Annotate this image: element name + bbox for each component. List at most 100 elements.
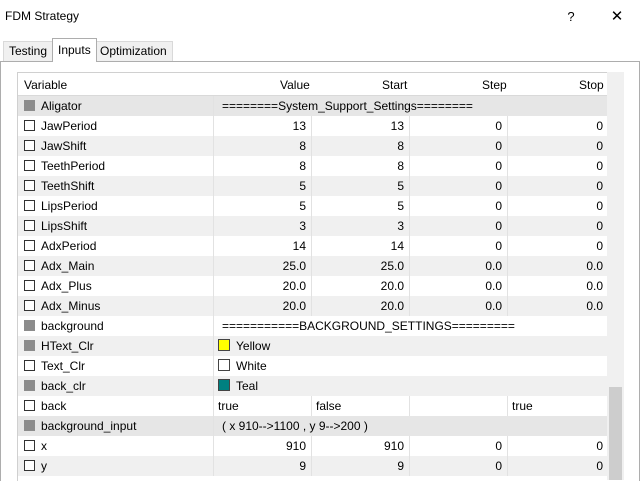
start-cell[interactable]: 5 bbox=[312, 196, 410, 216]
row-checkbox[interactable] bbox=[24, 320, 35, 331]
step-cell[interactable]: 0 bbox=[410, 216, 508, 236]
value-cell[interactable]: 20.0 bbox=[214, 276, 312, 296]
row-checkbox[interactable] bbox=[24, 120, 35, 131]
row-checkbox[interactable] bbox=[24, 240, 35, 251]
step-cell[interactable]: 0.0 bbox=[410, 296, 508, 316]
table-row[interactable]: Adx_Plus 20.0 20.0 0.0 0.0 bbox=[18, 276, 608, 296]
row-checkbox[interactable] bbox=[24, 140, 35, 151]
start-cell[interactable]: 910 bbox=[312, 436, 410, 456]
step-cell[interactable]: 0 bbox=[410, 236, 508, 256]
color-value-cell[interactable]: White bbox=[214, 356, 608, 376]
stop-cell[interactable]: 0 bbox=[508, 136, 608, 156]
table-row[interactable]: Adx_Main 25.0 25.0 0.0 0.0 bbox=[18, 256, 608, 276]
stop-cell[interactable]: 0 bbox=[508, 216, 608, 236]
table-row[interactable]: Adx_Minus 20.0 20.0 0.0 0.0 bbox=[18, 296, 608, 316]
stop-cell[interactable]: 0 bbox=[508, 176, 608, 196]
row-checkbox[interactable] bbox=[24, 420, 35, 431]
start-cell[interactable]: 9 bbox=[312, 456, 410, 476]
step-cell[interactable]: 0 bbox=[410, 156, 508, 176]
start-cell[interactable]: 13 bbox=[312, 116, 410, 136]
stop-cell[interactable]: 0 bbox=[508, 236, 608, 256]
value-cell[interactable]: 5 bbox=[214, 196, 312, 216]
row-checkbox[interactable] bbox=[24, 400, 35, 411]
table-row[interactable]: back true false true bbox=[18, 396, 608, 416]
value-cell[interactable]: 8 bbox=[214, 156, 312, 176]
step-cell[interactable]: 0.0 bbox=[410, 276, 508, 296]
table-row[interactable]: x 910 910 0 0 bbox=[18, 436, 608, 456]
table-row[interactable]: back_clr Teal bbox=[18, 376, 608, 396]
tab-inputs[interactable]: Inputs bbox=[52, 38, 97, 62]
header-value[interactable]: Value bbox=[280, 78, 310, 92]
row-checkbox[interactable] bbox=[24, 220, 35, 231]
close-button[interactable]: ✕ bbox=[600, 6, 634, 28]
header-start[interactable]: Start bbox=[382, 78, 407, 92]
stop-cell[interactable]: 0.0 bbox=[508, 276, 608, 296]
row-checkbox[interactable] bbox=[24, 200, 35, 211]
stop-cell[interactable]: 0 bbox=[508, 116, 608, 136]
tab-testing[interactable]: Testing bbox=[3, 41, 54, 61]
row-checkbox[interactable] bbox=[24, 360, 35, 371]
help-button[interactable]: ? bbox=[556, 6, 586, 28]
table-row[interactable]: JawShift 8 8 0 0 bbox=[18, 136, 608, 156]
table-row[interactable]: Aligator ========System_Support_Settings… bbox=[18, 96, 608, 116]
start-cell[interactable]: 3 bbox=[312, 216, 410, 236]
header-stop[interactable]: Stop bbox=[579, 78, 604, 92]
table-row[interactable]: background ===========BACKGROUND_SETTING… bbox=[18, 316, 608, 336]
row-checkbox[interactable] bbox=[24, 460, 35, 471]
step-cell[interactable]: 0 bbox=[410, 136, 508, 156]
step-cell[interactable] bbox=[410, 396, 508, 416]
value-cell[interactable]: 3 bbox=[214, 216, 312, 236]
table-row[interactable]: y 9 9 0 0 bbox=[18, 456, 608, 476]
step-cell[interactable]: 0.0 bbox=[410, 256, 508, 276]
step-cell[interactable]: 0 bbox=[410, 176, 508, 196]
start-cell[interactable]: false bbox=[312, 396, 410, 416]
table-row[interactable]: AdxPeriod 14 14 0 0 bbox=[18, 236, 608, 256]
step-cell[interactable]: 0 bbox=[410, 196, 508, 216]
stop-cell[interactable]: 0 bbox=[508, 156, 608, 176]
start-cell[interactable]: 20.0 bbox=[312, 296, 410, 316]
row-checkbox[interactable] bbox=[24, 180, 35, 191]
value-cell[interactable]: 8 bbox=[214, 136, 312, 156]
start-cell[interactable]: 14 bbox=[312, 236, 410, 256]
table-row[interactable]: HText_Clr Yellow bbox=[18, 336, 608, 356]
stop-cell[interactable]: 0 bbox=[508, 456, 608, 476]
table-row[interactable]: TeethPeriod 8 8 0 0 bbox=[18, 156, 608, 176]
value-cell[interactable]: 20.0 bbox=[214, 296, 312, 316]
value-cell[interactable]: 9 bbox=[214, 456, 312, 476]
row-checkbox[interactable] bbox=[24, 100, 35, 111]
value-cell[interactable]: 25.0 bbox=[214, 256, 312, 276]
table-row[interactable]: TeethShift 5 5 0 0 bbox=[18, 176, 608, 196]
header-step[interactable]: Step bbox=[482, 78, 507, 92]
row-checkbox[interactable] bbox=[24, 300, 35, 311]
value-cell[interactable]: 13 bbox=[214, 116, 312, 136]
step-cell[interactable]: 0 bbox=[410, 116, 508, 136]
start-cell[interactable]: 5 bbox=[312, 176, 410, 196]
value-cell[interactable]: true bbox=[214, 396, 312, 416]
step-cell[interactable]: 0 bbox=[410, 436, 508, 456]
scrollbar-thumb[interactable] bbox=[609, 387, 622, 480]
start-cell[interactable]: 8 bbox=[312, 136, 410, 156]
stop-cell[interactable]: 0.0 bbox=[508, 296, 608, 316]
table-row[interactable]: JawPeriod 13 13 0 0 bbox=[18, 116, 608, 136]
start-cell[interactable]: 25.0 bbox=[312, 256, 410, 276]
table-row[interactable]: LipsPeriod 5 5 0 0 bbox=[18, 196, 608, 216]
row-checkbox[interactable] bbox=[24, 340, 35, 351]
start-cell[interactable]: 20.0 bbox=[312, 276, 410, 296]
stop-cell[interactable]: 0 bbox=[508, 436, 608, 456]
vertical-scrollbar[interactable] bbox=[607, 72, 624, 480]
row-checkbox[interactable] bbox=[24, 440, 35, 451]
row-checkbox[interactable] bbox=[24, 380, 35, 391]
tab-optimization[interactable]: Optimization bbox=[94, 41, 173, 61]
step-cell[interactable]: 0 bbox=[410, 456, 508, 476]
stop-cell[interactable]: 0 bbox=[508, 196, 608, 216]
color-value-cell[interactable]: Teal bbox=[214, 376, 608, 396]
value-cell[interactable]: 910 bbox=[214, 436, 312, 456]
table-row[interactable]: LipsShift 3 3 0 0 bbox=[18, 216, 608, 236]
start-cell[interactable]: 8 bbox=[312, 156, 410, 176]
value-cell[interactable]: 14 bbox=[214, 236, 312, 256]
table-row[interactable]: Text_Clr White bbox=[18, 356, 608, 376]
value-cell[interactable]: 5 bbox=[214, 176, 312, 196]
row-checkbox[interactable] bbox=[24, 160, 35, 171]
table-row[interactable]: background_input ( x 910-->1100 , y 9-->… bbox=[18, 416, 608, 436]
stop-cell[interactable]: 0.0 bbox=[508, 256, 608, 276]
